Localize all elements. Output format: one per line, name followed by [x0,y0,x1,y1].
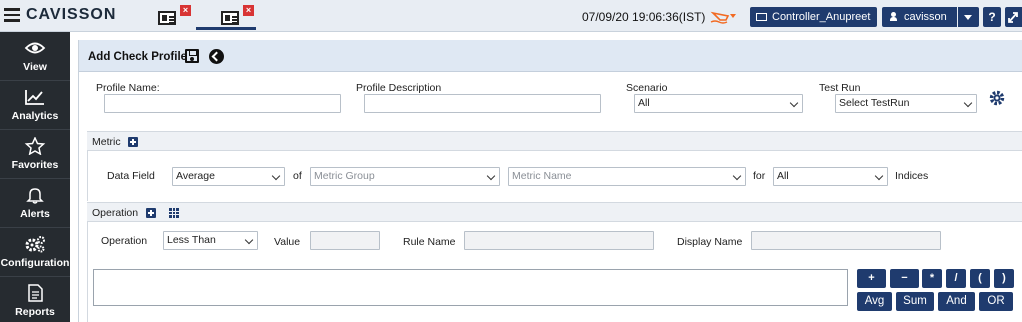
metric-name-select[interactable]: Metric Name [508,167,746,186]
sidebar-item-label: Analytics [11,110,59,122]
eye-icon [24,42,46,54]
data-field-label: Data Field [107,170,155,182]
user-button[interactable]: cavisson [882,7,957,27]
main-content: Add Check Profile Profile Name: Profile … [78,40,1022,322]
profile-description-input[interactable] [364,94,601,113]
sidebar-item-reports[interactable]: Reports [0,277,70,322]
sum-operator-button[interactable]: Sum [896,292,934,311]
sidebar-item-label: View [23,61,47,73]
rule-name-label: Rule Name [403,236,456,248]
operation-select[interactable]: Less Than [163,231,258,250]
or-operator-button[interactable]: OR [979,292,1013,311]
sidebar-item-label: Reports [15,306,55,318]
hamburger-menu-icon[interactable] [4,8,20,22]
value-input[interactable] [310,231,380,250]
add-operation-icon[interactable] [146,208,156,218]
top-bar: CAVISSON × × 07/09/20 19:06:36(IST) Cont… [0,0,1022,32]
profile-name-label: Profile Name: [96,82,160,94]
controller-label: Controller_Anupreet [772,11,871,23]
test-run-select[interactable]: Select TestRun [835,94,977,113]
scenario-label: Scenario [626,82,668,94]
back-icon[interactable] [209,49,224,64]
page-header: Add Check Profile [79,40,1022,72]
close-tab-icon[interactable]: × [180,5,191,16]
tab-check-profile[interactable]: × [196,5,256,30]
profile-name-input[interactable] [104,94,341,113]
display-name-label: Display Name [677,236,743,248]
close-paren-button[interactable]: ) [994,269,1014,288]
metric-section-title: Metric [92,136,121,148]
settings-gear-icon[interactable] [989,90,1005,106]
for-label: for [753,170,766,182]
scenario-select[interactable]: All [634,94,803,113]
close-tab-icon[interactable]: × [243,5,254,16]
divide-operator-button[interactable]: / [946,269,966,288]
sidebar-item-label: Configuration [0,257,70,269]
indices-label: Indices [895,170,929,182]
rule-name-input[interactable] [464,231,654,250]
value-label: Value [274,236,301,248]
sidebar-item-favorites[interactable]: Favorites [0,130,70,179]
user-label: cavisson [904,11,947,23]
help-button[interactable]: ? [983,7,1001,27]
operation-section-header: Operation [87,202,1022,222]
datetime-display: 07/09/20 19:06:36(IST) [582,10,706,24]
plus-operator-button[interactable]: + [857,269,886,288]
operation-section-title: Operation [92,207,139,219]
avg-operator-button[interactable]: Avg [857,292,892,311]
sidebar-item-label: Alerts [20,208,50,220]
id-card-icon [221,11,239,25]
expression-textarea[interactable] [93,269,848,306]
profile-description-label: Profile Description [356,82,442,94]
sidebar: View Analytics Favorites Alerts Configur… [0,32,70,322]
test-run-label: Test Run [819,82,861,94]
metric-group-select[interactable]: Metric Group [310,167,500,186]
cavisson-logo: CAVISSON [26,6,117,23]
display-name-input[interactable] [751,231,941,250]
sidebar-item-analytics[interactable]: Analytics [0,81,70,130]
bell-icon [26,188,44,204]
save-icon[interactable] [185,49,199,63]
report-icon [28,284,43,302]
and-operator-button[interactable]: And [938,292,975,311]
monitor-icon [756,13,767,21]
grid-view-icon[interactable] [169,208,179,218]
operation-label: Operation [101,235,148,247]
page-title: Add Check Profile [88,51,188,63]
gears-icon [25,236,45,253]
sidebar-item-view[interactable]: View [0,32,70,81]
user-dropdown-caret-icon[interactable] [958,7,979,27]
minus-operator-button[interactable]: − [890,269,919,288]
of-label: of [293,170,302,182]
expand-icon [1008,12,1018,23]
star-icon [24,137,46,155]
sidebar-item-alerts[interactable]: Alerts [0,179,70,228]
open-paren-button[interactable]: ( [970,269,990,288]
chart-icon [25,90,44,105]
user-icon [890,12,897,21]
metric-section-header: Metric [87,131,1022,151]
add-metric-icon[interactable] [128,137,138,147]
document-icon [158,11,176,25]
indices-select[interactable]: All [773,167,888,186]
data-field-select[interactable]: Average [172,167,285,186]
expand-button[interactable] [1005,7,1022,27]
sidebar-item-label: Favorites [11,159,59,171]
multiply-operator-button[interactable]: * [922,269,942,288]
controller-button[interactable]: Controller_Anupreet [750,7,877,27]
sidebar-item-configuration[interactable]: Configuration [0,228,70,277]
alert-boat-icon[interactable] [710,8,736,24]
